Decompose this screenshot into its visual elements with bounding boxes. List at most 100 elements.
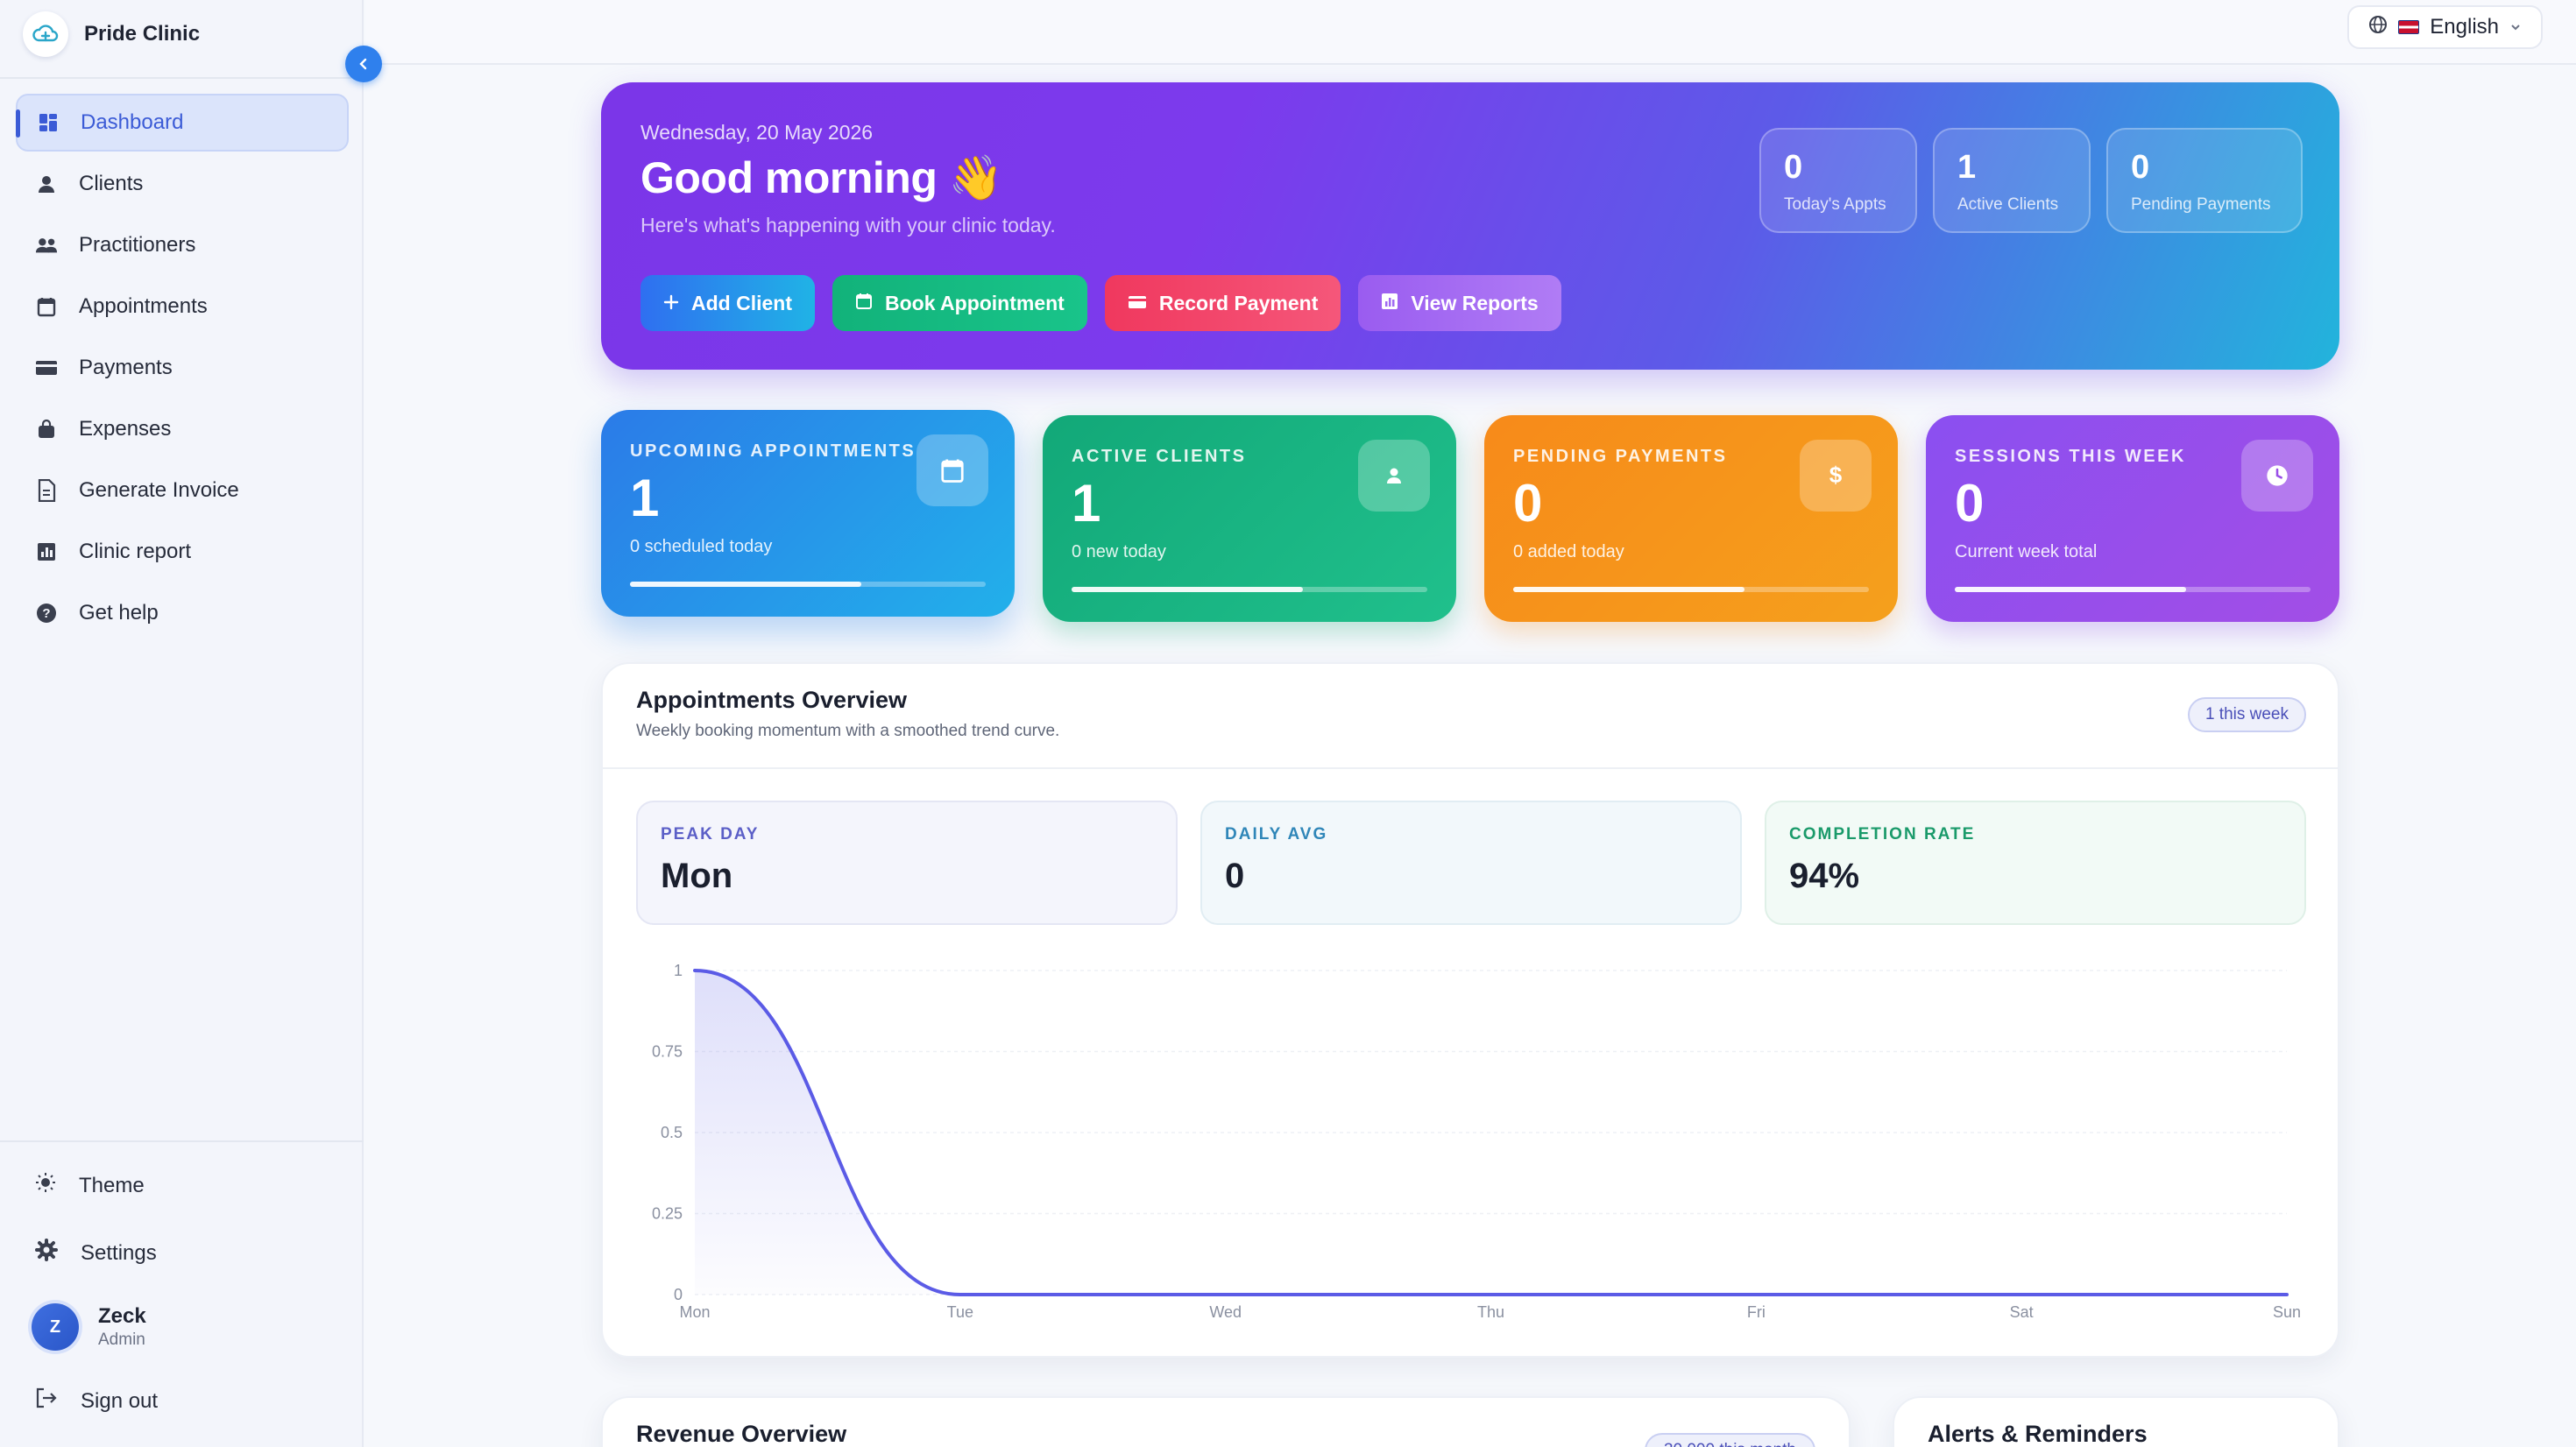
sun-icon: [35, 1172, 56, 1199]
collapse-sidebar-button[interactable]: [345, 46, 382, 82]
stat-label: Today's Appts: [1784, 195, 1886, 214]
calendar-icon: [35, 295, 58, 318]
card-title: PENDING PAYMENTS: [1513, 447, 1728, 466]
kpi-value: 0: [1225, 857, 1245, 895]
kpi-value: 94%: [1789, 857, 1860, 895]
kpi-peak-day: PEAK DAY Mon: [636, 801, 1178, 925]
settings-button[interactable]: Settings: [35, 1239, 157, 1267]
globe-icon: [2368, 15, 2388, 40]
progress-track: [1513, 587, 1869, 592]
card-subtitle: 0 added today: [1513, 542, 1624, 561]
sidebar-item-appointments[interactable]: Appointments: [16, 278, 349, 335]
add-client-button[interactable]: Add Client: [640, 275, 815, 331]
sidebar-item-expenses[interactable]: Expenses: [16, 400, 349, 458]
stat-active-clients: 1 Active Clients: [1933, 128, 2091, 233]
sign-out-label: Sign out: [81, 1388, 159, 1413]
bar-chart-icon: [35, 540, 58, 563]
theme-toggle[interactable]: Theme: [35, 1172, 145, 1199]
user-icon: [1358, 440, 1430, 512]
card-value: 0: [1955, 474, 1985, 533]
kpi-completion-rate: COMPLETION RATE 94%: [1765, 801, 2306, 925]
panel-subtitle: Weekly booking momentum with a smoothed …: [636, 722, 1060, 740]
y-tick-label: 0.75: [652, 1043, 683, 1061]
book-appointment-label: Book Appointment: [885, 291, 1065, 314]
card-active-clients[interactable]: ACTIVE CLIENTS 1 0 new today: [1043, 415, 1456, 622]
document-icon: [35, 479, 58, 502]
language-selector[interactable]: English: [2347, 5, 2543, 49]
appointments-overview-panel: Appointments Overview Weekly booking mom…: [601, 662, 2339, 1358]
book-appointment-button[interactable]: Book Appointment: [832, 275, 1087, 331]
progress-track: [1955, 587, 2311, 592]
hero-stats: 0 Today's Appts 1 Active Clients 0 Pendi…: [1759, 128, 2303, 233]
sign-out-button[interactable]: Sign out: [35, 1387, 158, 1415]
plus-icon: [663, 292, 679, 315]
brand[interactable]: Pride Clinic: [23, 9, 200, 60]
kpi-value: Mon: [661, 857, 733, 895]
greeting: Good morning 👋: [640, 153, 1003, 202]
sidebar-item-dashboard[interactable]: Dashboard: [16, 94, 349, 152]
card-icon: [1128, 292, 1147, 315]
avatar: Z: [32, 1303, 79, 1351]
sidebar-nav: Dashboard Clients Practitioners Appointm…: [16, 94, 349, 646]
sidebar-item-get-help[interactable]: ? Get help: [16, 584, 349, 642]
user-profile[interactable]: Z Zeck Admin: [32, 1303, 146, 1351]
view-reports-label: View Reports: [1411, 291, 1539, 314]
x-tick-label: Wed: [1209, 1303, 1242, 1321]
panel-title: Revenue Overview: [636, 1421, 847, 1447]
card-pending-payments[interactable]: PENDING PAYMENTS 0 0 added today $: [1484, 415, 1898, 622]
card-subtitle: Current week total: [1955, 542, 2098, 561]
help-icon: ?: [35, 602, 58, 625]
dashboard-icon: [37, 111, 60, 134]
quick-actions: Add Client Book Appointment Record Payme…: [640, 275, 1561, 331]
group-icon: [35, 234, 58, 257]
stat-value: 0: [2131, 149, 2150, 186]
svg-text:?: ?: [42, 606, 50, 621]
bag-icon: [35, 418, 58, 441]
svg-text:$: $: [1829, 462, 1843, 488]
sidebar-item-label: Dashboard: [81, 110, 184, 134]
x-tick-label: Thu: [1477, 1303, 1504, 1321]
card-value: 0: [1513, 474, 1543, 533]
calendar-icon: [916, 434, 988, 506]
theme-label: Theme: [79, 1173, 145, 1197]
chevron-left-icon: [357, 53, 370, 75]
sidebar-item-label: Clients: [79, 172, 144, 195]
panel-title: Appointments Overview: [636, 687, 908, 713]
y-tick-label: 0.25: [652, 1205, 683, 1223]
x-tick-label: Tue: [947, 1303, 973, 1321]
panel-title: Alerts & Reminders: [1928, 1421, 2148, 1447]
chevron-down-icon: [2509, 15, 2522, 39]
sidebar-item-practitioners[interactable]: Practitioners: [16, 216, 349, 274]
bar-chart-icon: [1381, 292, 1398, 315]
progress-fill: [1955, 587, 2186, 592]
progress-track: [1072, 587, 1427, 592]
progress-track: [630, 582, 986, 587]
y-tick-label: 0: [674, 1286, 683, 1303]
card-subtitle: 0 new today: [1072, 542, 1166, 561]
user-name: Zeck: [98, 1304, 146, 1328]
sidebar-item-label: Practitioners: [79, 233, 196, 257]
clock-icon: [2241, 440, 2313, 512]
card-sessions-this-week[interactable]: SESSIONS THIS WEEK 0 Current week total: [1926, 415, 2339, 622]
record-payment-label: Record Payment: [1158, 291, 1319, 314]
record-payment-button[interactable]: Record Payment: [1104, 275, 1341, 331]
revenue-badge: 30,000 this month: [1644, 1433, 1815, 1447]
dollar-icon: $: [1800, 440, 1872, 512]
view-reports-button[interactable]: View Reports: [1358, 275, 1561, 331]
x-tick-label: Mon: [679, 1303, 710, 1321]
sidebar-item-label: Expenses: [79, 417, 172, 441]
sidebar-item-generate-invoice[interactable]: Generate Invoice: [16, 462, 349, 519]
gear-icon: [35, 1239, 58, 1267]
progress-fill: [1513, 587, 1744, 592]
topbar: English: [365, 0, 2576, 65]
sidebar-item-clients[interactable]: Clients: [16, 155, 349, 213]
welcome-hero: Wednesday, 20 May 2026 Good morning 👋 He…: [601, 82, 2339, 370]
card-upcoming-appointments[interactable]: UPCOMING APPOINTMENTS 1 0 scheduled toda…: [601, 410, 1015, 617]
language-label: English: [2430, 15, 2499, 39]
calendar-icon: [855, 292, 873, 315]
sidebar-item-payments[interactable]: Payments: [16, 339, 349, 397]
progress-fill: [630, 582, 861, 587]
stat-label: Active Clients: [1957, 195, 2059, 214]
sidebar-item-clinic-report[interactable]: Clinic report: [16, 523, 349, 581]
revenue-overview-panel: Revenue Overview 30,000 this month: [601, 1396, 1851, 1447]
